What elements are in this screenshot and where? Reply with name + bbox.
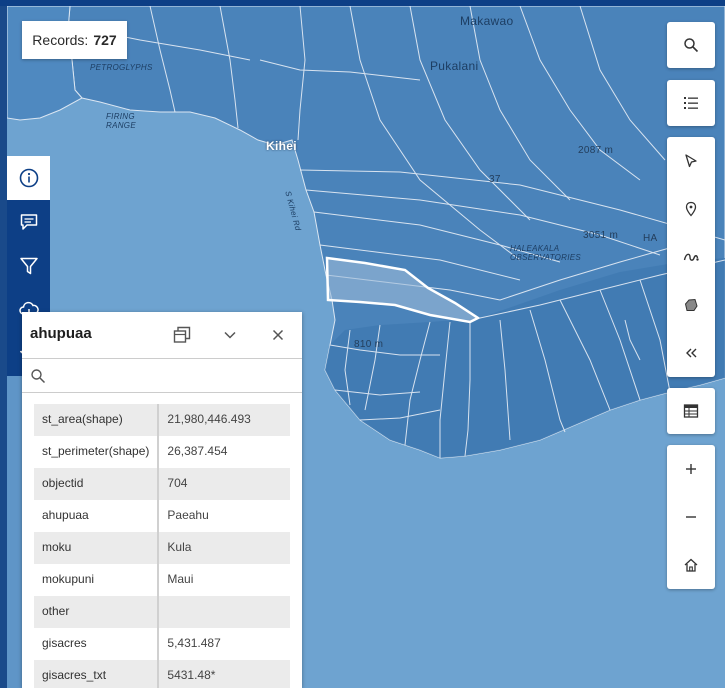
collapse-toolbar-button[interactable] [667, 329, 715, 377]
attribute-row: mokupuni Maui [34, 564, 290, 596]
attribute-key: moku [34, 532, 160, 564]
label-pukalani: Pukalani [430, 59, 479, 73]
attribute-key: gisacres [34, 628, 160, 660]
attribute-row: other [34, 596, 290, 628]
top-accent-bar [0, 0, 725, 6]
records-count-badge: Records: 727 [22, 21, 127, 59]
label-makawao: Makawao [460, 14, 514, 28]
chevron-down-icon[interactable] [221, 326, 239, 344]
comment-icon [20, 214, 37, 230]
label-elev-3051: 3051 m [583, 230, 619, 241]
attribute-value: Paeahu [158, 500, 290, 532]
draw-tools-group [667, 137, 715, 377]
attribute-row: ahupuaa Paeahu [34, 500, 290, 532]
dock-icon[interactable] [173, 326, 191, 344]
attribute-row: gisacres 5,431.487 [34, 628, 290, 660]
attribute-table: st_area(shape) 21,980,446.493 st_perimeter… [34, 404, 290, 688]
attribute-value: Kula [158, 532, 290, 564]
collapse-icon [686, 348, 697, 358]
attribute-row: moku Kula [34, 532, 290, 564]
zoom-out-button[interactable] [667, 493, 715, 541]
comment-button[interactable] [7, 200, 50, 244]
attribute-key: mokupuni [34, 564, 160, 596]
records-label: Records: [32, 32, 89, 48]
draw-point-icon [685, 201, 697, 217]
attribute-row: st_perimeter(shape) 26,387.454 [34, 436, 290, 468]
attribute-value: Maui [158, 564, 290, 596]
attribute-key: objectid [34, 468, 160, 500]
records-count: 727 [93, 32, 117, 48]
draw-polygon-button[interactable] [667, 281, 715, 329]
left-edge-bar [0, 6, 7, 688]
attribute-value: 21,980,446.493 [158, 404, 290, 436]
home-button[interactable] [667, 541, 715, 589]
zoom-out-icon [686, 516, 696, 518]
label-kihei: Kihei [266, 139, 297, 153]
attribute-value: 704 [158, 468, 290, 500]
info-button[interactable] [7, 156, 50, 200]
home-icon [684, 558, 698, 572]
search-button[interactable] [667, 22, 715, 68]
attribute-value: 5431.48* [158, 660, 290, 688]
attribute-row: st_area(shape) 21,980,446.493 [34, 404, 290, 436]
draw-polyline-icon [683, 253, 699, 261]
attribute-key: ahupuaa [34, 500, 160, 532]
attribute-value: 26,387.454 [158, 436, 290, 468]
attribute-row: gisacres_txt 5431.48* [34, 660, 290, 688]
layer-list-button[interactable] [667, 80, 715, 126]
attribute-key: other [34, 596, 160, 628]
zoom-in-button[interactable] [667, 445, 715, 493]
search-group [667, 22, 715, 68]
layer-list-icon [684, 97, 698, 109]
select-button[interactable] [667, 137, 715, 185]
panel-action-divider [22, 392, 302, 393]
attribute-value: 5,431.487 [158, 628, 290, 660]
zoom-to-icon[interactable] [30, 368, 46, 384]
draw-point-button[interactable] [667, 185, 715, 233]
layers-group [667, 80, 715, 126]
attribute-value [158, 596, 290, 628]
table-icon [683, 404, 699, 418]
filter-button[interactable] [7, 244, 50, 288]
search-icon [684, 38, 699, 53]
draw-polyline-button[interactable] [667, 233, 715, 281]
label-elev-810: 810 m [354, 339, 384, 350]
label-petroglyphs: PETROGLYPHS [90, 63, 153, 72]
feature-popup-panel: ahupuaa st_area(shape) 21,980,446.493 st_p… [22, 312, 302, 688]
panel-title: ahupuaa [30, 325, 92, 342]
draw-polygon-icon [684, 298, 698, 311]
panel-header-divider [22, 358, 302, 359]
label-ha: HA [643, 233, 658, 244]
label-haleakala-observatories: HALEAKALA OBSERVATORIES [510, 244, 582, 262]
filter-icon [19, 257, 38, 275]
label-firing-range: FIRING RANGE [106, 112, 136, 130]
close-icon[interactable] [269, 326, 287, 344]
attribute-key: gisacres_txt [34, 660, 160, 688]
select-arrow-icon [685, 154, 697, 168]
label-elev-2087: 2087 m [578, 145, 614, 156]
table-group [667, 388, 715, 434]
info-icon [19, 168, 38, 188]
attribute-key: st_area(shape) [34, 404, 160, 436]
attribute-row: objectid 704 [34, 468, 290, 500]
label-elev-37: 37 [489, 174, 501, 185]
attribute-table-button[interactable] [667, 388, 715, 434]
navigation-group [667, 445, 715, 589]
attribute-key: st_perimeter(shape) [34, 436, 160, 468]
zoom-in-icon [686, 464, 696, 474]
